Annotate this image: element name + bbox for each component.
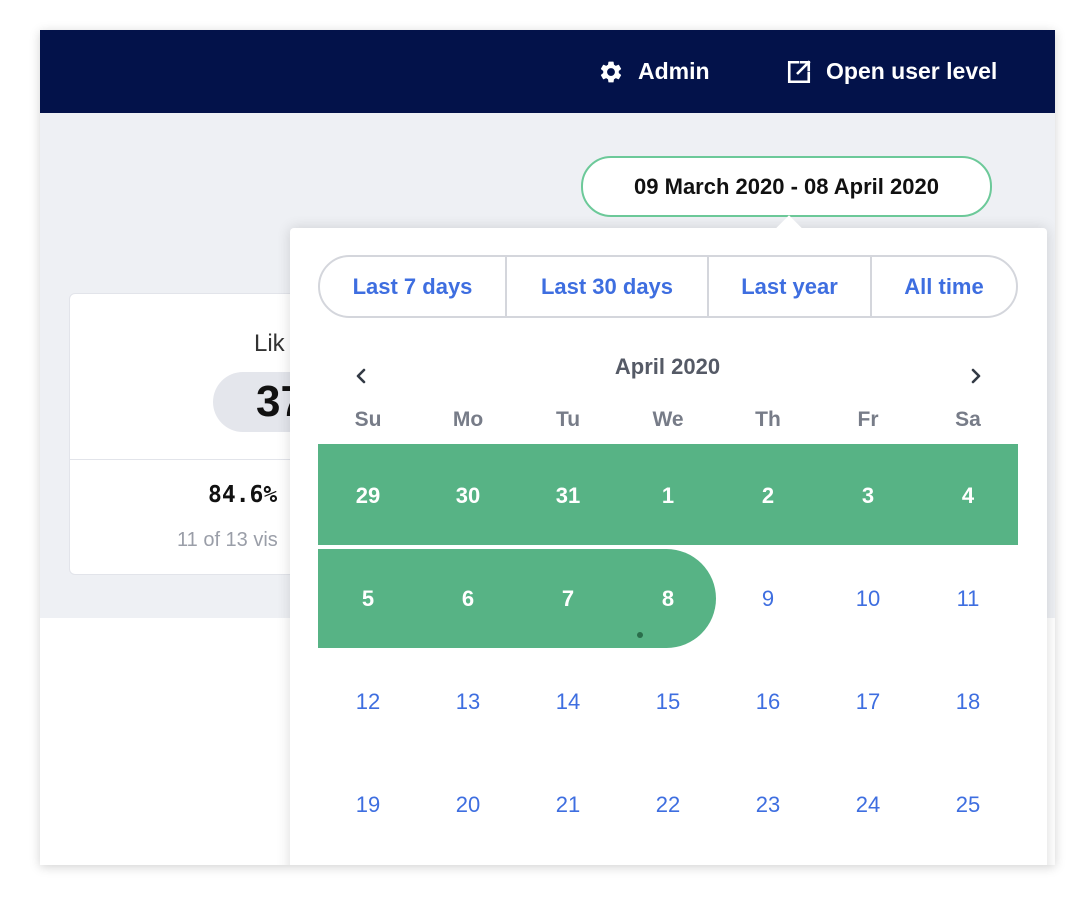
admin-label: Admin bbox=[638, 58, 710, 84]
calendar-day[interactable]: 17 bbox=[818, 650, 918, 753]
admin-link[interactable]: Admin bbox=[598, 30, 710, 113]
calendar-day[interactable]: 10 bbox=[818, 547, 918, 650]
calendar-day[interactable]: 6 bbox=[418, 547, 518, 650]
calendar-day[interactable]: 19 bbox=[318, 753, 418, 856]
external-link-icon bbox=[786, 59, 812, 85]
calendar-week: 29 30 31 1 2 3 4 bbox=[318, 444, 1018, 547]
chevron-right-icon[interactable] bbox=[964, 364, 988, 388]
calendar-day[interactable]: 25 bbox=[918, 753, 1018, 856]
preset-range-group: Last 7 days Last 30 days Last year All t… bbox=[318, 255, 1018, 318]
calendar-day[interactable]: 7 bbox=[518, 547, 618, 650]
weekday-label: Sa bbox=[955, 408, 981, 431]
calendar-day[interactable]: 29 bbox=[318, 444, 418, 547]
open-user-level-link[interactable]: Open user level bbox=[786, 30, 997, 113]
calendar-day[interactable]: 20 bbox=[418, 753, 518, 856]
weekday-label: Fr bbox=[857, 408, 879, 431]
app-window: Admin Open user level 09 March 2020 - 08… bbox=[40, 30, 1055, 865]
stat-card-title: Lik bbox=[254, 330, 285, 357]
calendar-day[interactable]: 30 bbox=[418, 444, 518, 547]
preset-all-time-button[interactable]: All time bbox=[872, 257, 1016, 316]
calendar-day[interactable]: 12 bbox=[318, 650, 418, 753]
top-navigation-bar: Admin Open user level bbox=[40, 30, 1055, 113]
preset-last-year-button[interactable]: Last year bbox=[709, 257, 872, 316]
calendar-day[interactable]: 9 bbox=[718, 547, 818, 650]
stat-card-percent: 84.6% bbox=[208, 482, 278, 508]
calendar-day[interactable]: 22 bbox=[618, 753, 718, 856]
calendar-grid: 29 30 31 1 2 3 4 5 6 7 8 9 10 11 12 13 1… bbox=[318, 444, 1018, 856]
open-user-level-label: Open user level bbox=[826, 58, 998, 84]
weekday-header: Su Mo Tu We Th Fr Sa bbox=[318, 408, 1018, 432]
calendar-day[interactable]: 24 bbox=[818, 753, 918, 856]
gear-icon bbox=[598, 59, 624, 85]
stat-card-subtext: 11 of 13 vis bbox=[177, 529, 278, 551]
calendar-day[interactable]: 1 bbox=[618, 444, 718, 547]
calendar-week: 19 20 21 22 23 24 25 bbox=[318, 753, 1018, 856]
calendar-day[interactable]: 14 bbox=[518, 650, 618, 753]
preset-last-30-days-button[interactable]: Last 30 days bbox=[507, 257, 709, 316]
calendar-day[interactable]: 15 bbox=[618, 650, 718, 753]
calendar-day-selected-end[interactable]: 8 bbox=[618, 547, 718, 650]
calendar-day[interactable]: 13 bbox=[418, 650, 518, 753]
date-range-label: 09 March 2020 - 08 April 2020 bbox=[634, 173, 939, 199]
calendar-day[interactable]: 3 bbox=[818, 444, 918, 547]
calendar-day[interactable]: 4 bbox=[918, 444, 1018, 547]
date-range-selector[interactable]: 09 March 2020 - 08 April 2020 bbox=[581, 156, 992, 217]
card-divider bbox=[70, 459, 308, 460]
calendar-day[interactable]: 2 bbox=[718, 444, 818, 547]
date-picker-popover: Last 7 days Last 30 days Last year All t… bbox=[290, 215, 1047, 865]
weekday-label: Mo bbox=[452, 408, 484, 431]
weekday-label: We bbox=[652, 408, 684, 431]
weekday-label: Th bbox=[755, 408, 781, 431]
calendar-day[interactable]: 23 bbox=[718, 753, 818, 856]
today-indicator-dot bbox=[637, 632, 643, 638]
calendar-day[interactable]: 16 bbox=[718, 650, 818, 753]
calendar-day[interactable]: 18 bbox=[918, 650, 1018, 753]
weekday-label: Su bbox=[354, 408, 382, 431]
weekday-label: Tu bbox=[555, 408, 581, 431]
calendar-week: 12 13 14 15 16 17 18 bbox=[318, 650, 1018, 753]
calendar-day[interactable]: 11 bbox=[918, 547, 1018, 650]
stat-card: Lik 37 84.6% 11 of 13 vis bbox=[69, 293, 353, 575]
chevron-left-icon[interactable] bbox=[349, 364, 373, 388]
calendar-day[interactable]: 31 bbox=[518, 444, 618, 547]
calendar-day[interactable]: 5 bbox=[318, 547, 418, 650]
calendar-day[interactable]: 21 bbox=[518, 753, 618, 856]
calendar-week: 5 6 7 8 9 10 11 bbox=[318, 547, 1018, 650]
preset-last-7-days-button[interactable]: Last 7 days bbox=[320, 257, 507, 316]
calendar-month-title: April 2020 bbox=[614, 354, 721, 379]
